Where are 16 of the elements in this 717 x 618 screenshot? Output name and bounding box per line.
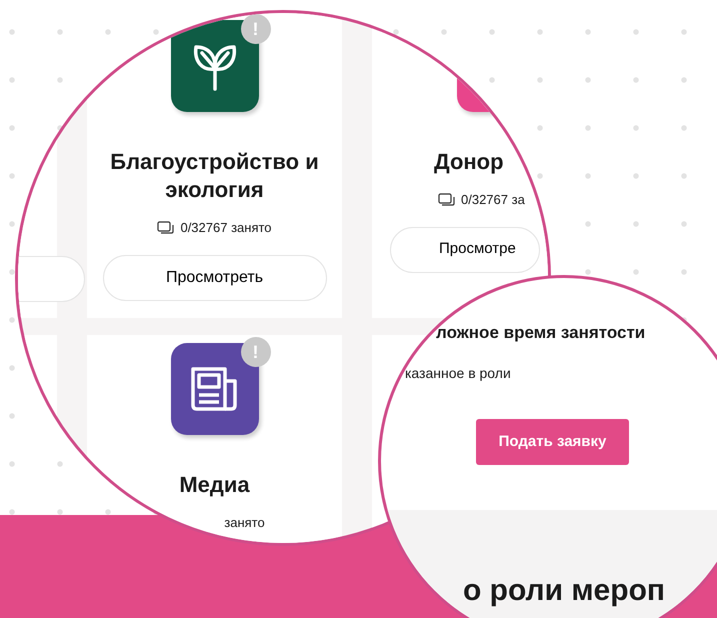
section-title: о роли мероп	[462, 573, 666, 609]
occupancy-count: 0/32767 занято	[180, 219, 272, 237]
chat-icon	[157, 221, 174, 234]
apply-button[interactable]: Подать заявку	[476, 419, 629, 465]
alert-badge: !	[240, 337, 270, 367]
occupancy-count: занято	[224, 514, 265, 532]
chat-icon	[438, 193, 455, 206]
section-heading: ложное время занятости	[436, 322, 646, 344]
view-button[interactable]: Просмотреть	[102, 254, 326, 300]
card-title: Медиа	[178, 471, 251, 499]
card-title: Благоустройство и экология	[109, 148, 320, 204]
card-title: Донор	[434, 148, 505, 176]
view-button[interactable]: Просмотре	[390, 226, 540, 272]
occupancy-count: 0/32767 за	[461, 191, 525, 209]
description-text: казанное в роли	[405, 364, 511, 383]
alert-badge: !	[240, 14, 270, 44]
